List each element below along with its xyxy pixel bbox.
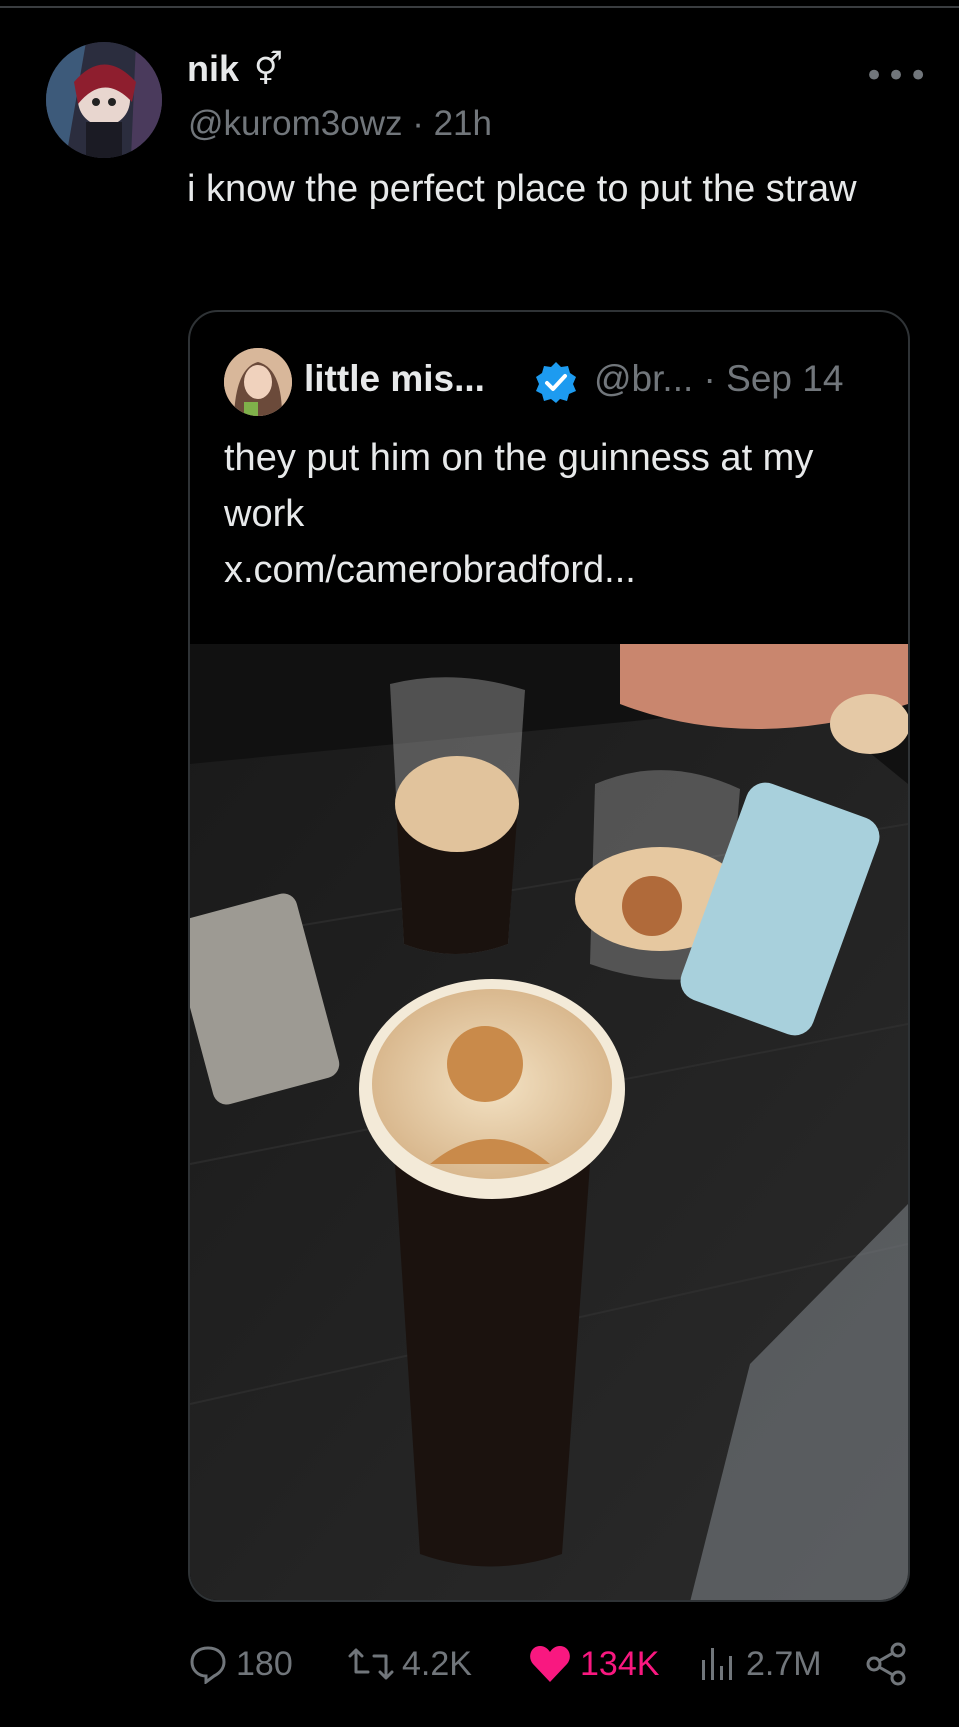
- quoted-photo[interactable]: [190, 644, 908, 1600]
- repost-count: 4.2K: [402, 1644, 472, 1683]
- share-icon: [866, 1642, 906, 1686]
- reply-button[interactable]: 180: [188, 1634, 293, 1694]
- author-handle-time[interactable]: @kurom3owz · 21h: [188, 104, 492, 144]
- quoted-author-name[interactable]: little mis...: [304, 358, 485, 400]
- views-button[interactable]: 2.7M: [698, 1634, 822, 1694]
- reply-icon: [190, 1646, 226, 1684]
- top-divider: [0, 6, 959, 8]
- more-options-icon[interactable]: •••: [864, 56, 930, 96]
- repost-icon: [348, 1648, 394, 1680]
- reply-count: 180: [236, 1644, 293, 1683]
- like-button[interactable]: 134K: [528, 1634, 659, 1694]
- quoted-text-body: they put him on the guinness at my work: [224, 437, 814, 535]
- view-count: 2.7M: [746, 1644, 822, 1683]
- like-count: 134K: [580, 1644, 660, 1683]
- views-icon: [702, 1648, 732, 1680]
- quoted-link[interactable]: x.com/camerobradford...: [224, 542, 884, 598]
- heart-icon: [530, 1646, 570, 1682]
- quoted-tweet-card[interactable]: little mis... @br... · Sep 14 they put h…: [188, 310, 910, 1602]
- verified-badge-icon: [534, 360, 578, 404]
- quoted-text: they put him on the guinness at my work …: [224, 430, 884, 598]
- gender-symbol-icon: ⚥: [254, 50, 283, 88]
- action-bar: 180 4.2K 134K 2.7M: [188, 1634, 918, 1694]
- quoted-author-avatar[interactable]: [224, 348, 292, 416]
- share-button[interactable]: [864, 1634, 908, 1694]
- quoted-handle-date[interactable]: @br... · Sep 14: [594, 358, 843, 400]
- author-name[interactable]: nik: [187, 48, 239, 90]
- author-avatar[interactable]: [46, 42, 162, 158]
- tweet-text: i know the perfect place to put the stra…: [187, 168, 857, 210]
- repost-button[interactable]: 4.2K: [348, 1634, 472, 1694]
